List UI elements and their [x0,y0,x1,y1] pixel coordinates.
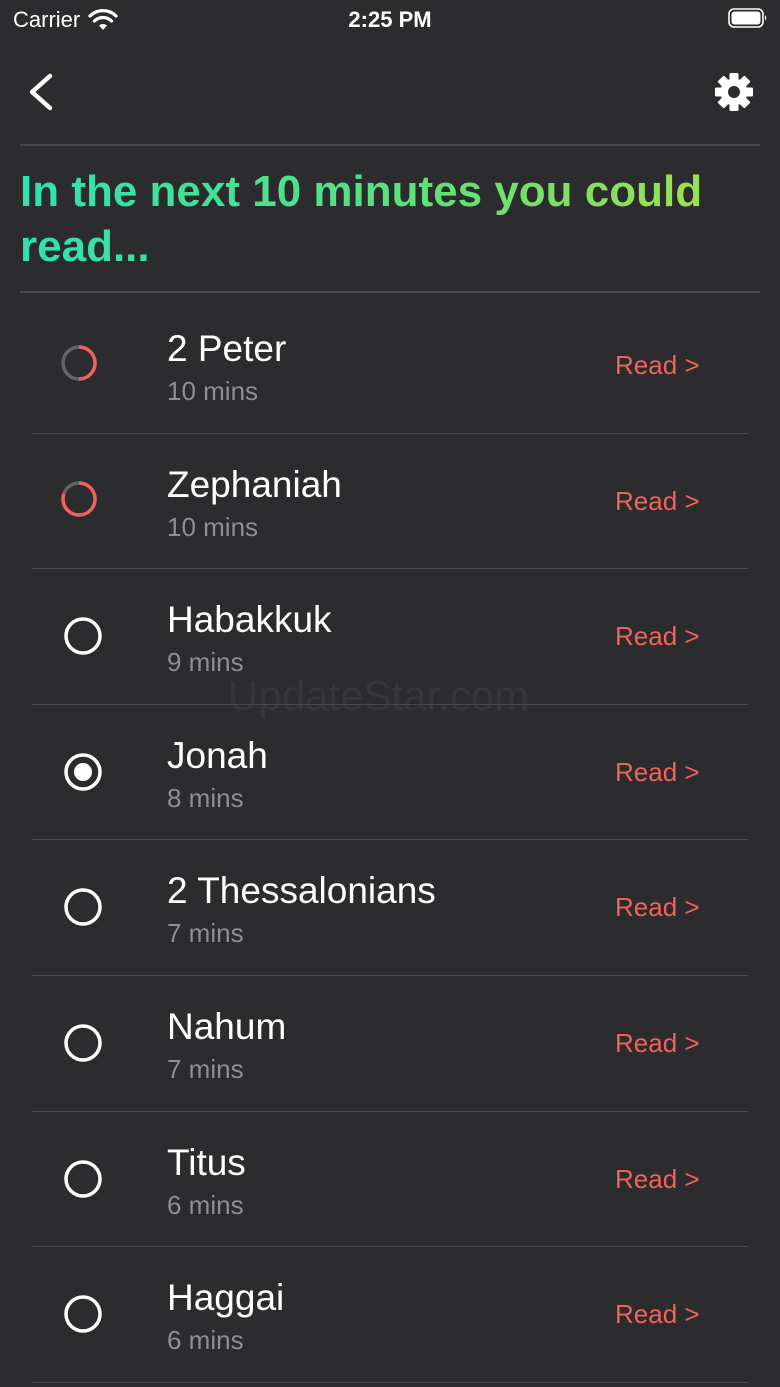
reading-time: 9 mins [167,647,244,678]
radio-icon [64,617,102,655]
book-title: Titus [167,1141,246,1183]
row-divider [32,1381,748,1383]
radio-icon [64,1159,102,1198]
nav-divider [20,144,760,146]
radio-icon [64,888,102,927]
list-item[interactable]: Zephaniah 10 mins Read > [0,434,780,570]
book-title: Nahum [167,1005,287,1047]
reading-time: 10 mins [167,511,259,542]
book-title: Haggai [167,1277,285,1319]
read-button[interactable]: Read > [615,1164,700,1195]
reading-time: 6 mins [167,1325,244,1356]
read-button[interactable]: Read > [615,1299,700,1330]
reading-time: 7 mins [167,1053,244,1084]
read-button[interactable]: Read > [615,892,700,923]
radio-icon [64,1295,102,1333]
heading-divider [20,291,760,293]
reading-time: 10 mins [167,376,259,406]
radio-icon [64,1024,102,1062]
read-button[interactable]: Read > [615,621,700,652]
list-item[interactable]: Jonah 8 mins Read > [0,705,780,841]
book-title: 2 Peter [167,328,287,369]
progress-ring-icon [61,345,97,381]
page-heading: In the next 10 minutes you could read... [20,164,760,274]
status-bar: Carrier 2:25 PM [0,0,780,40]
read-button[interactable]: Read > [615,1028,700,1059]
reading-time: 8 mins [167,782,244,813]
reading-time: 6 mins [167,1189,244,1220]
list-item[interactable]: Haggai 6 mins Read > [0,1247,780,1383]
clock: 2:25 PM [348,7,432,32]
list-item[interactable]: Habakkuk 9 mins Read > [0,569,780,705]
book-title: Zephaniah [167,463,342,505]
back-button[interactable] [22,68,62,116]
book-title: Jonah [167,734,268,776]
battery-icon [728,8,767,28]
settings-button[interactable] [712,70,756,114]
book-title: Habakkuk [167,599,332,641]
reading-time: 7 mins [167,918,244,949]
list-item[interactable]: Nahum 7 mins Read > [0,976,780,1112]
book-list: 2 Peter 10 mins Read > Zephaniah 10 mins… [0,298,780,1383]
read-button[interactable]: Read > [615,486,700,517]
read-button[interactable]: Read > [615,757,700,788]
chevron-left-icon [29,73,53,111]
book-title: 2 Thessalonians [167,870,436,912]
navigation-bar [0,60,780,124]
radio-selected-icon [64,753,102,791]
list-item[interactable]: Titus 6 mins Read > [0,1112,780,1248]
list-item[interactable]: 2 Peter 10 mins Read > [0,298,780,434]
progress-ring-icon [61,480,97,517]
list-item[interactable]: 2 Thessalonians 7 mins Read > [0,840,780,976]
gear-icon [715,73,753,111]
read-button[interactable]: Read > [615,350,700,381]
